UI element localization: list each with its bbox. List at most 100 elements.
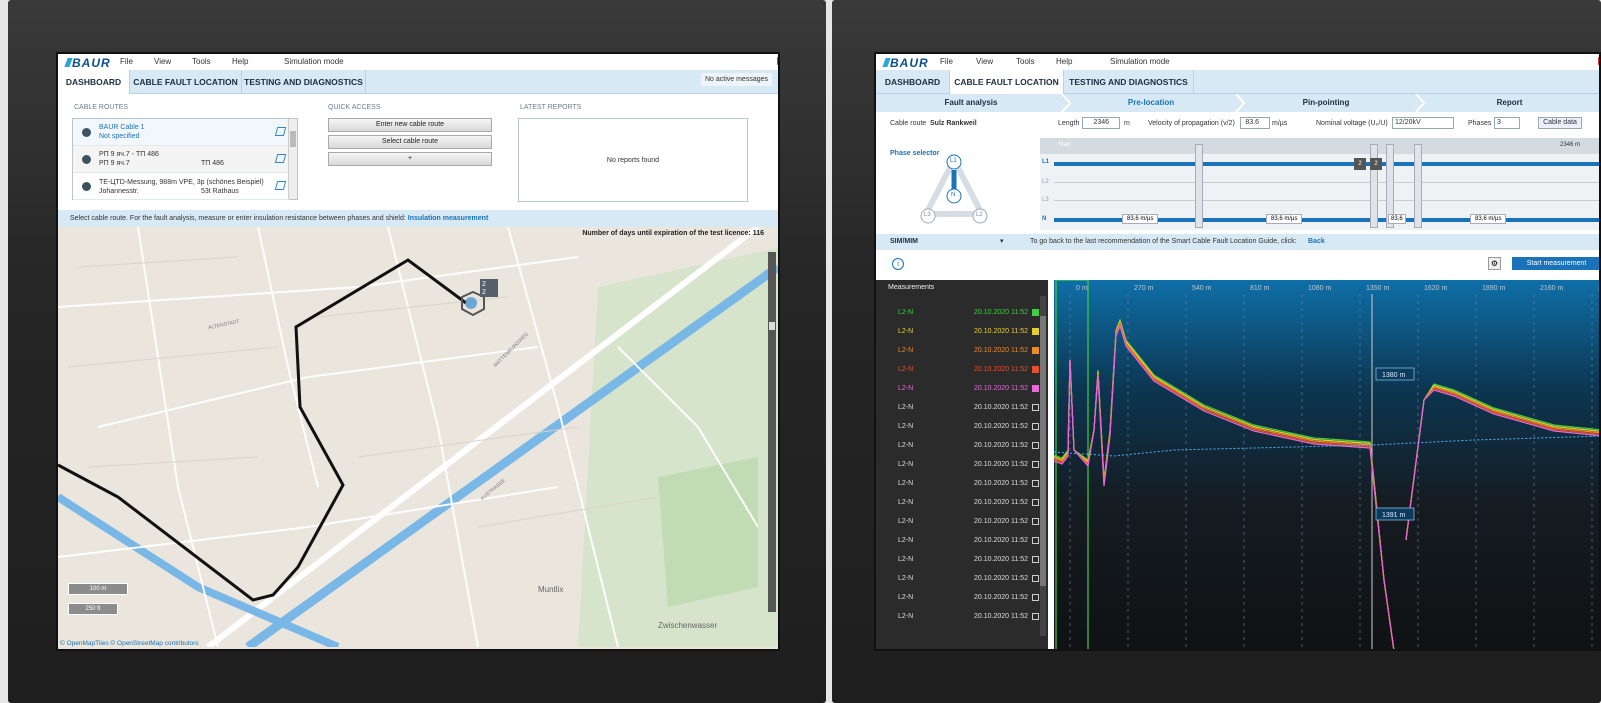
tab-testing-and-diagnostics[interactable]: TESTING AND DIAGNOSTICS bbox=[242, 70, 366, 94]
measurement-checkbox[interactable] bbox=[1032, 366, 1039, 373]
measurement-row[interactable]: L2-N 20.10.2020 11:52 bbox=[876, 379, 1039, 398]
start-cursor[interactable] bbox=[1055, 279, 1089, 651]
close-icon[interactable]: ✕ bbox=[777, 57, 778, 65]
cable-icon bbox=[82, 182, 91, 191]
measurement-checkbox[interactable] bbox=[1032, 480, 1039, 487]
zoom-icon[interactable] bbox=[769, 322, 775, 330]
route-list-scrollbar[interactable] bbox=[288, 119, 297, 199]
zoom-slider[interactable] bbox=[768, 252, 776, 612]
fault-marker-badge[interactable]: 2 bbox=[1370, 158, 1382, 170]
route-map[interactable]: 22 Muntlix Zwischenwasser ALTENSTADT AUS… bbox=[58, 227, 778, 649]
start-measurement-button[interactable]: Start measurement bbox=[1512, 257, 1599, 270]
menu-file[interactable]: File bbox=[120, 57, 133, 66]
tab-cable-fault-location[interactable]: CABLE FAULT LOCATION bbox=[130, 70, 242, 94]
route-item[interactable]: BAUR Cable 1 Not specified bbox=[73, 119, 289, 146]
measurement-row[interactable]: L2-N 20.10.2020 11:52 bbox=[876, 360, 1039, 379]
measurement-row[interactable]: L2-N 20.10.2020 11:52 bbox=[876, 569, 1039, 588]
measurement-phase: L2-N bbox=[898, 461, 914, 468]
measurement-row[interactable]: L2-N 20.10.2020 11:52 bbox=[876, 455, 1039, 474]
trace-canvas[interactable]: 0 m 270 m 540 m 810 m 1080 m 1350 m 1620 m 1890… bbox=[1053, 279, 1601, 651]
select-cable-route-button[interactable]: Select cable route bbox=[328, 135, 492, 149]
length-input[interactable]: 2346 bbox=[1082, 117, 1120, 129]
measurement-row[interactable]: L2-N 20.10.2020 11:52 bbox=[876, 303, 1039, 322]
measurement-checkbox[interactable] bbox=[1032, 537, 1039, 544]
measurement-checkbox[interactable] bbox=[1032, 404, 1039, 411]
measurement-checkbox[interactable] bbox=[1032, 442, 1039, 449]
menu-view[interactable]: View bbox=[154, 57, 171, 66]
voltage-select[interactable]: 12/20kV bbox=[1392, 117, 1454, 129]
measurement-checkbox[interactable] bbox=[1032, 328, 1039, 335]
mode-select[interactable]: SIM/MIM bbox=[890, 234, 918, 250]
measurement-row[interactable]: L2-N 20.10.2020 11:52 bbox=[876, 550, 1039, 569]
map-canvas[interactable] bbox=[58, 227, 778, 647]
route-item[interactable]: TE-ЦТD-Messung, 988m VPE, 3p (schönes Be… bbox=[73, 173, 289, 200]
tab-cable-fault-location[interactable]: CABLE FAULT LOCATION bbox=[950, 70, 1064, 94]
cable-track[interactable]: Start 2346 m L1 L2 L3 N 2 2 83,6 m/µs 83… bbox=[1040, 138, 1599, 230]
measurement-checkbox[interactable] bbox=[1032, 309, 1039, 316]
tab-dashboard[interactable]: DASHBOARD bbox=[876, 70, 950, 94]
edit-icon[interactable] bbox=[274, 154, 287, 163]
phase-node-n[interactable]: N bbox=[951, 192, 955, 198]
phase-node-l3[interactable]: L3 bbox=[924, 212, 931, 218]
measurement-checkbox[interactable] bbox=[1032, 347, 1039, 354]
measurement-row[interactable]: L2-N 20.10.2020 11:52 bbox=[876, 474, 1039, 493]
menu-file[interactable]: File bbox=[940, 57, 953, 66]
back-link[interactable]: Back bbox=[1308, 234, 1325, 250]
gear-icon[interactable]: ⚙ bbox=[1488, 257, 1501, 270]
reflection-graph[interactable]: 0 m 270 m 540 m 810 m 1080 m 1350 m 1620 m 1890… bbox=[1053, 279, 1601, 651]
menu-help[interactable]: Help bbox=[1056, 57, 1072, 66]
add-button[interactable]: + bbox=[328, 152, 492, 166]
measurement-row[interactable]: L2-N 20.10.2020 11:52 bbox=[876, 341, 1039, 360]
info-icon[interactable]: i bbox=[892, 258, 904, 270]
speed-label[interactable]: 83,6 bbox=[1388, 214, 1406, 224]
phase-node-l2[interactable]: L2 bbox=[976, 212, 983, 218]
scrollbar-thumb[interactable] bbox=[1040, 316, 1046, 586]
mode-dropdown-icon[interactable]: ▾ bbox=[1000, 234, 1004, 250]
cable-data-button[interactable]: Cable data bbox=[1538, 117, 1582, 129]
measurement-checkbox[interactable] bbox=[1032, 594, 1039, 601]
measurement-row[interactable]: L2-N 20.10.2020 11:52 bbox=[876, 588, 1039, 607]
menu-tools[interactable]: Tools bbox=[1016, 57, 1035, 66]
menu-help[interactable]: Help bbox=[232, 57, 248, 66]
speed-label[interactable]: 83,6 m/µs bbox=[1266, 214, 1303, 224]
measurement-row[interactable]: L2-N 20.10.2020 11:52 bbox=[876, 512, 1039, 531]
map-attribution[interactable]: © OpenMapTiles © OpenStreetMap contribut… bbox=[60, 640, 199, 647]
enter-new-cable-route-button[interactable]: Enter new cable route bbox=[328, 118, 492, 132]
measurement-checkbox[interactable] bbox=[1032, 613, 1039, 620]
tab-dashboard[interactable]: DASHBOARD bbox=[58, 70, 130, 94]
scrollbar-thumb[interactable] bbox=[290, 131, 296, 147]
edit-icon[interactable] bbox=[274, 127, 287, 136]
speed-label[interactable]: 83,6 m/µs bbox=[1122, 214, 1159, 224]
measurement-checkbox[interactable] bbox=[1032, 423, 1039, 430]
measurement-checkbox[interactable] bbox=[1032, 556, 1039, 563]
messages-indicator[interactable]: No active messages bbox=[700, 73, 772, 86]
measurements-scrollbar[interactable] bbox=[1040, 296, 1046, 636]
measurement-checkbox[interactable] bbox=[1032, 499, 1039, 506]
vop-input[interactable]: 83.6 bbox=[1240, 117, 1270, 129]
measurement-row[interactable]: L2-N 20.10.2020 11:52 bbox=[876, 398, 1039, 417]
menu-simulation-mode[interactable]: Simulation mode bbox=[284, 57, 344, 66]
measurement-checkbox[interactable] bbox=[1032, 575, 1039, 582]
measurement-row[interactable]: L2-N 20.10.2020 11:52 bbox=[876, 493, 1039, 512]
measurement-checkbox[interactable] bbox=[1032, 461, 1039, 468]
reflection-trace bbox=[1053, 319, 1599, 649]
tab-testing-and-diagnostics[interactable]: TESTING AND DIAGNOSTICS bbox=[1064, 70, 1194, 94]
menu-simulation-mode[interactable]: Simulation mode bbox=[1110, 57, 1170, 66]
measurement-row[interactable]: L2-N 20.10.2020 11:52 bbox=[876, 436, 1039, 455]
menu-view[interactable]: View bbox=[976, 57, 993, 66]
measurement-row[interactable]: L2-N 20.10.2020 11:52 bbox=[876, 417, 1039, 436]
route-item[interactable]: РП 9 яч.7 - ТП 486 РП 9 яч.7 ТП 486 bbox=[73, 146, 289, 173]
route-name: TE-ЦТD-Messung, 988m VPE, 3p (schönes Be… bbox=[99, 179, 264, 186]
measurement-checkbox[interactable] bbox=[1032, 518, 1039, 525]
phases-select[interactable]: 3 bbox=[1494, 117, 1520, 129]
edit-icon[interactable] bbox=[274, 181, 287, 190]
menu-tools[interactable]: Tools bbox=[192, 57, 211, 66]
fault-marker-badge[interactable]: 2 bbox=[1354, 158, 1366, 170]
speed-label[interactable]: 83,6 m/µs bbox=[1470, 214, 1507, 224]
measurement-row[interactable]: L2-N 20.10.2020 11:52 bbox=[876, 607, 1039, 626]
measurement-row[interactable]: L2-N 20.10.2020 11:52 bbox=[876, 531, 1039, 550]
measurement-row[interactable]: L2-N 20.10.2020 11:52 bbox=[876, 322, 1039, 341]
insulation-measurement-link[interactable]: Insulation measurement bbox=[408, 215, 489, 222]
phase-node-l1[interactable]: L1 bbox=[950, 158, 957, 164]
measurement-checkbox[interactable] bbox=[1032, 385, 1039, 392]
